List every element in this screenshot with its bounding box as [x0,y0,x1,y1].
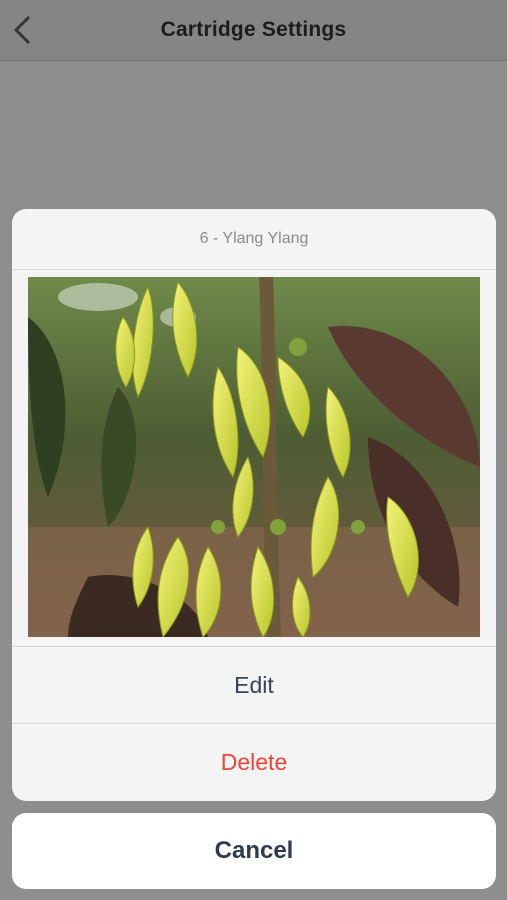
page-title: Cartridge Settings [160,18,347,41]
cartridge-photo [28,277,480,637]
delete-button[interactable]: Delete [12,724,496,801]
nav-bar: Cartridge Settings [0,0,507,61]
action-sheet: 6 - Ylang Ylang Edit Delete [12,209,496,801]
edit-button[interactable]: Edit [12,647,496,723]
action-sheet-title: 6 - Ylang Ylang [12,209,496,270]
cancel-button[interactable]: Cancel [12,813,496,889]
